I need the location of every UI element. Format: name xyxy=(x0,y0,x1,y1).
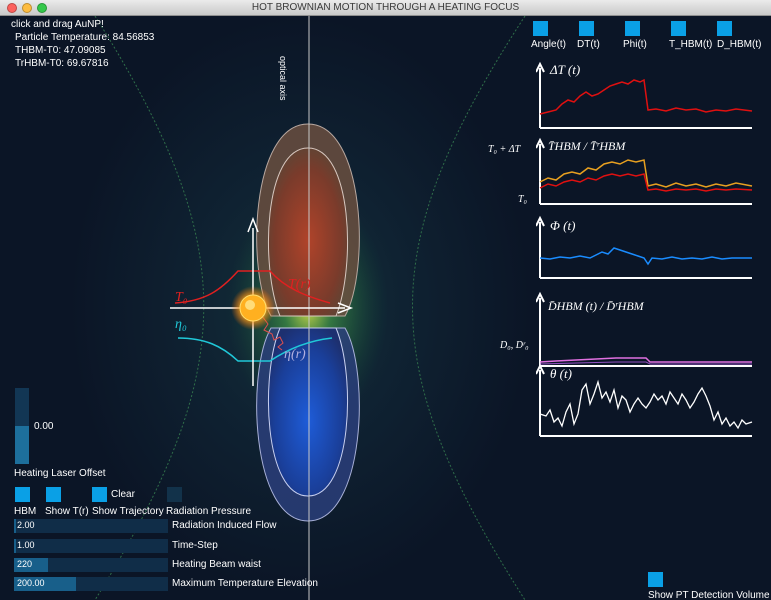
simulation-canvas[interactable]: T₀ T(r) η₀ η(r) click and drag AuNP! Par… xyxy=(0,16,771,600)
particle-temperature-readout: Particle Temperature: 84.56853 xyxy=(15,32,155,43)
beam-envelope-right xyxy=(412,16,526,600)
pt-detection-label: Show PT Detection Volume xyxy=(648,590,770,600)
laser-offset-label: Heating Laser Offset xyxy=(14,468,106,479)
radiation-flow-label: Radiation Induced Flow xyxy=(172,520,277,531)
minimize-window-button[interactable] xyxy=(22,3,32,13)
status-readout: click and drag AuNP! Particle Temperatur… xyxy=(11,18,154,70)
hbm-checkbox[interactable] xyxy=(15,487,30,502)
toggle-angle-label: Angle(t) xyxy=(531,39,567,50)
radiation-pressure-checkbox[interactable] xyxy=(167,487,182,502)
time-step-slider-fill xyxy=(14,539,16,553)
pt-detection-checkbox[interactable] xyxy=(648,572,663,587)
theta-plot: θ (t) xyxy=(536,363,753,437)
max-temperature-value: 200.00 xyxy=(17,578,45,588)
beam-waist-value: 220 xyxy=(17,559,33,569)
max-temperature-label: Maximum Temperature Elevation xyxy=(172,578,318,589)
d-hbm-series xyxy=(539,357,752,363)
zoom-window-button[interactable] xyxy=(37,3,47,13)
radiation-pressure-label: Radiation Pressure xyxy=(166,506,252,517)
t-plot-upper-label: T₀ + ΔT xyxy=(488,144,521,155)
theta-title: θ (t) xyxy=(550,366,572,381)
t-hbm-title: T̄HBM / T̄ʳHBM xyxy=(548,139,626,153)
radiation-flow-value: 2.00 xyxy=(17,520,35,530)
time-step-label: Time-Step xyxy=(172,540,218,551)
beam-waist-slider[interactable]: 220 xyxy=(14,558,168,572)
phi-title: Φ (t) xyxy=(550,218,575,233)
thbm-readout: THBM-T0: 47.09085 xyxy=(15,45,106,56)
max-temperature-slider[interactable]: 200.00 xyxy=(14,577,168,591)
toggle-phi-label: Phi(t) xyxy=(623,39,647,50)
show-tr-checkbox[interactable] xyxy=(46,487,61,502)
toggle-dt[interactable] xyxy=(579,21,594,36)
d-plot-left-label: D₀, Dʳ₀ xyxy=(500,340,529,351)
radiation-flow-slider[interactable]: 2.00 xyxy=(14,519,168,533)
trhbm-readout: TrHBM-T0: 69.67816 xyxy=(15,58,109,69)
optical-axis-label: optical axis xyxy=(278,56,288,101)
drag-hint: click and drag AuNP! xyxy=(11,19,104,30)
theta-series xyxy=(539,379,753,430)
etar-label: η(r) xyxy=(284,347,306,362)
toggle-d-hbm[interactable] xyxy=(717,21,732,36)
t-hbm-plot: T̄HBM / T̄ʳHBM xyxy=(536,137,753,205)
toggle-phi[interactable] xyxy=(625,21,640,36)
laser-offset-value: 0.00 xyxy=(34,421,54,432)
show-tr-label: Show T(r) xyxy=(45,506,89,517)
delta-t-series xyxy=(539,78,753,115)
clear-button[interactable]: Clear xyxy=(111,489,135,500)
toggle-d-hbm-label: D_HBM(t) xyxy=(717,39,762,50)
d-hbm-plot: D̄HBM (t) / D̄ʳHBM xyxy=(536,291,752,367)
phi-plot: Φ (t) xyxy=(536,215,752,279)
t0-label: T₀ xyxy=(175,290,188,305)
toggle-angle[interactable] xyxy=(533,21,548,36)
title-bar: HOT BROWNIAN MOTION THROUGH A HEATING FO… xyxy=(0,0,771,16)
beam-waist-label: Heating Beam waist xyxy=(172,559,261,570)
d-hbm-title: D̄HBM (t) / D̄ʳHBM xyxy=(547,299,645,313)
lower-detection-lobe-inner xyxy=(268,327,348,497)
close-window-button[interactable] xyxy=(7,3,17,13)
window-title: HOT BROWNIAN MOTION THROUGH A HEATING FO… xyxy=(251,2,520,13)
laser-offset-slider-fill xyxy=(15,426,29,464)
time-step-slider[interactable]: 1.00 xyxy=(14,539,168,553)
t-plot-lower-label: T₀ xyxy=(518,194,528,205)
show-trajectory-checkbox[interactable] xyxy=(92,487,107,502)
delta-t-plot: ΔT (t) xyxy=(536,61,753,129)
phi-series xyxy=(539,247,752,266)
tr-label: T(r) xyxy=(288,277,311,292)
time-series-plots: ΔT (t) T̄HBM / T̄ʳHBM Φ (t) D̄HBM (t) / … xyxy=(536,61,753,437)
toggle-t-hbm[interactable] xyxy=(671,21,686,36)
hbm-label: HBM xyxy=(14,506,37,517)
show-trajectory-label: Show Trajectory xyxy=(92,506,164,517)
eta0-label: η₀ xyxy=(175,317,187,332)
toggle-dt-label: DT(t) xyxy=(577,39,600,50)
delta-t-title: ΔT (t) xyxy=(549,62,580,77)
time-step-value: 1.00 xyxy=(17,540,35,550)
toggle-t-hbm-label: T_HBM(t) xyxy=(669,39,713,50)
radiation-flow-slider-fill xyxy=(14,519,16,533)
